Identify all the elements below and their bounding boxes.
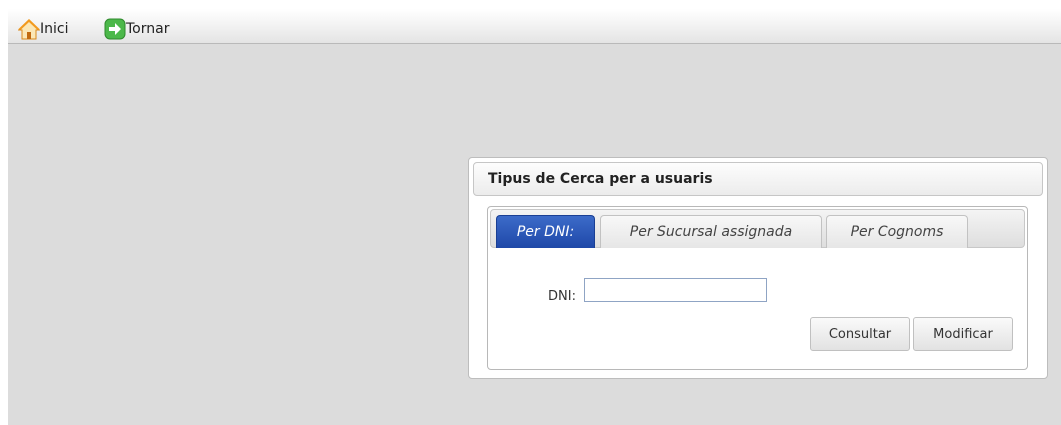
consultar-button[interactable]: Consultar — [810, 317, 910, 351]
arrow-right-icon — [104, 18, 126, 40]
panel-title: Tipus de Cerca per a usuaris — [488, 171, 713, 187]
dni-input[interactable] — [584, 278, 767, 302]
home-button[interactable]: Inici — [17, 18, 69, 40]
back-label: Tornar — [126, 21, 170, 37]
panel-header: Tipus de Cerca per a usuaris — [473, 162, 1043, 196]
home-label: Inici — [40, 21, 69, 37]
top-toolbar: Inici Tornar — [8, 9, 1061, 44]
tab-per-dni[interactable]: Per DNI: — [496, 215, 595, 248]
back-button[interactable]: Tornar — [104, 18, 169, 40]
dni-label: DNI: — [548, 289, 576, 304]
home-icon — [17, 18, 41, 40]
search-panel: Tipus de Cerca per a usuaris Per DNI: Pe… — [468, 157, 1048, 379]
search-tabs: Per DNI: Per Sucursal assignada Per Cogn… — [487, 206, 1028, 370]
tab-strip: Per DNI: Per Sucursal assignada Per Cogn… — [490, 209, 1025, 248]
tab-per-sucursal[interactable]: Per Sucursal assignada — [600, 215, 822, 248]
modificar-button[interactable]: Modificar — [913, 317, 1013, 351]
tab-per-cognoms[interactable]: Per Cognoms — [826, 215, 968, 248]
